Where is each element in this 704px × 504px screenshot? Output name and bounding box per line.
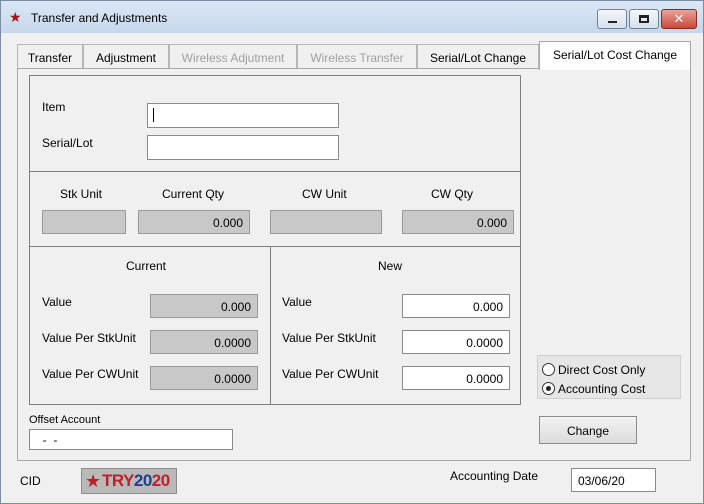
accounting-cost-radio[interactable]: Accounting Cost xyxy=(542,381,678,397)
current-qty-field: 0.000 xyxy=(138,210,250,234)
accounting-cost-label: Accounting Cost xyxy=(558,382,646,396)
change-button[interactable]: Change xyxy=(539,416,637,444)
current-heading: Current xyxy=(126,259,167,273)
divider xyxy=(29,246,521,247)
cid-label: CID xyxy=(20,474,41,488)
new-per-cw-label: Value Per CWUnit xyxy=(282,367,379,381)
divider xyxy=(29,171,521,172)
tab-serial-lot-change[interactable]: Serial/Lot Change xyxy=(417,44,539,69)
cw-unit-label: CW Unit xyxy=(302,187,347,201)
divider xyxy=(270,246,271,405)
window-title: Transfer and Adjustments xyxy=(31,11,168,25)
logo-try-text: TRY xyxy=(102,471,134,490)
radio-unchecked-icon xyxy=(542,363,555,376)
current-per-stk-field: 0.0000 xyxy=(150,330,258,354)
radio-checked-icon xyxy=(542,382,555,395)
current-per-cw-label: Value Per CWUnit xyxy=(42,367,139,381)
stk-unit-label: Stk Unit xyxy=(60,187,103,201)
close-icon: ✕ xyxy=(673,11,685,26)
new-per-stk-label: Value Per StkUnit xyxy=(282,331,376,345)
offset-account-label: Offset Account xyxy=(29,414,101,426)
current-value-field: 0.000 xyxy=(150,294,258,318)
tab-adjustment-label: Adjustment xyxy=(95,51,157,65)
item-label: Item xyxy=(42,100,66,114)
tab-wireless-adjutment-label: Wireless Adjutment xyxy=(181,51,285,65)
tab-wireless-adjutment[interactable]: Wireless Adjutment xyxy=(169,44,297,69)
app-star-icon: ★ xyxy=(9,9,22,25)
tab-serial-lot-cost-change-label: Serial/Lot Cost Change xyxy=(552,48,678,62)
accounting-date-label: Accounting Date xyxy=(450,469,539,483)
cw-unit-field xyxy=(270,210,382,234)
tab-transfer-label: Transfer xyxy=(27,51,73,65)
minimize-button[interactable] xyxy=(597,9,627,29)
tab-serial-lot-change-label: Serial/Lot Change xyxy=(429,51,527,65)
cw-qty-label: CW Qty xyxy=(431,187,473,201)
cw-qty-field: 0.000 xyxy=(402,210,514,234)
transfer-adjustments-window: ★ Transfer and Adjustments ✕ Transfer Ad… xyxy=(0,0,704,504)
logo-year2-text: 20 xyxy=(151,471,170,490)
title-bar[interactable]: ★ Transfer and Adjustments ✕ xyxy=(1,1,703,33)
logo-star-icon: ★ xyxy=(85,471,101,491)
text-caret xyxy=(153,108,154,122)
minimize-icon xyxy=(608,21,617,23)
serial-lot-label: Serial/Lot xyxy=(42,136,93,150)
tab-wireless-transfer[interactable]: Wireless Transfer xyxy=(297,44,417,69)
new-value-label: Value xyxy=(282,295,312,309)
accounting-date-input[interactable]: 03/06/20 xyxy=(571,468,656,492)
stk-unit-field xyxy=(42,210,126,234)
try2020-logo: ★ TRY2020 xyxy=(81,468,177,494)
maximize-button[interactable] xyxy=(629,9,659,29)
tab-serial-lot-cost-change[interactable]: Serial/Lot Cost Change xyxy=(539,41,691,70)
direct-cost-only-label: Direct Cost Only xyxy=(558,363,646,377)
new-per-cw-input[interactable]: 0.0000 xyxy=(402,366,510,390)
serial-lot-input[interactable] xyxy=(147,135,339,160)
current-per-stk-label: Value Per StkUnit xyxy=(42,331,136,345)
current-per-cw-field: 0.0000 xyxy=(150,366,258,390)
direct-cost-only-radio[interactable]: Direct Cost Only xyxy=(542,362,678,378)
close-button[interactable]: ✕ xyxy=(661,9,697,29)
new-per-stk-input[interactable]: 0.0000 xyxy=(402,330,510,354)
tab-adjustment[interactable]: Adjustment xyxy=(83,44,169,69)
tab-wireless-transfer-label: Wireless Transfer xyxy=(310,51,404,65)
item-input[interactable] xyxy=(147,103,339,128)
maximize-icon xyxy=(639,15,649,23)
new-heading: New xyxy=(378,259,403,273)
current-qty-label: Current Qty xyxy=(162,187,225,201)
cost-mode-group: Direct Cost Only Accounting Cost xyxy=(537,355,681,399)
tab-transfer[interactable]: Transfer xyxy=(17,44,83,69)
logo-year-text: 20 xyxy=(133,471,152,490)
current-value-label: Value xyxy=(42,295,72,309)
new-value-input[interactable]: 0.000 xyxy=(402,294,510,318)
offset-account-input[interactable]: - - xyxy=(29,429,233,450)
